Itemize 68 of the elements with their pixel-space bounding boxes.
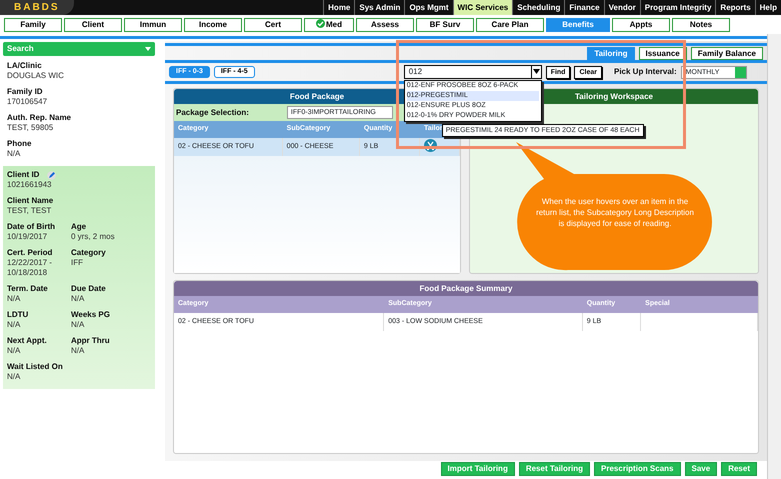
menu-item[interactable]: Vendor (604, 0, 640, 15)
tab[interactable]: Family (4, 18, 62, 32)
menu-item[interactable]: Scheduling (512, 0, 564, 15)
field-label: LA/Clinic (7, 61, 42, 71)
field-label: LDTU (7, 310, 28, 320)
tab[interactable]: Family Balance (690, 47, 763, 60)
field-value: N/A (7, 372, 22, 382)
field-value: TEST, TEST (7, 206, 52, 216)
tab[interactable]: Med (304, 18, 354, 32)
field-value: 10/19/2017 (7, 232, 48, 242)
checkmark-icon (316, 19, 325, 28)
field-label: Age (71, 222, 86, 232)
field-value: 0 yrs, 2 mos (71, 232, 116, 242)
field-value: N/A (71, 346, 86, 356)
tab[interactable]: Immun (124, 18, 182, 32)
field-label: Client Name (7, 196, 54, 206)
pencil-icon[interactable] (47, 170, 56, 180)
field-label: Next Appt. (7, 336, 47, 346)
field-value: TEST, 59805 (7, 123, 54, 133)
scrollbar[interactable] (767, 34, 781, 479)
search-field[interactable]: 012 (404, 65, 542, 79)
tab[interactable]: Client (64, 18, 122, 32)
package-selection-label: Package Selection: (176, 108, 249, 118)
field-value: DOUGLAS WIC (7, 71, 65, 81)
tab[interactable]: Cert (244, 18, 302, 32)
field-value: 170106547 (7, 97, 48, 107)
tab[interactable]: Assess (356, 18, 414, 32)
field-label: Family ID (7, 87, 43, 97)
caret-icon[interactable] (145, 47, 151, 51)
menu-item[interactable]: Help (754, 0, 781, 15)
panel-header: Food Package Summary (174, 281, 758, 296)
field-value: N/A (71, 294, 86, 304)
field-value: IFF (71, 258, 84, 268)
tab[interactable]: Care Plan (476, 18, 544, 32)
pickup-interval-label: Pick Up Interval: (614, 67, 677, 77)
menu-item[interactable]: Sys Admin (354, 0, 404, 15)
menu-item[interactable]: Program Integrity (640, 0, 716, 15)
dropdown-arrow-icon[interactable] (532, 69, 540, 74)
field-label: Appr Thru (71, 336, 110, 346)
field-value: N/A (71, 320, 86, 330)
tab[interactable]: BF Surv (416, 18, 474, 32)
field-label: Due Date (71, 284, 106, 294)
tab[interactable]: Notes (672, 18, 730, 32)
menu-item[interactable]: Home (323, 0, 354, 15)
field-value: N/A (7, 294, 22, 304)
scissors-icon[interactable] (424, 138, 437, 152)
field-label: Wait Listed On (7, 362, 63, 372)
field-label: Date of Birth (7, 222, 55, 232)
menu-item[interactable]: Finance (564, 0, 604, 15)
callout-text: When the user hovers over an item in the return list, the Subcategory Long Description is displayed for ease of reading. (535, 196, 695, 229)
field-value: 1021661943 (7, 180, 52, 190)
field-value: N/A (7, 320, 22, 330)
tab[interactable]: Income (184, 18, 242, 32)
field-label: Auth. Rep. Name (7, 113, 72, 123)
field-label: Client ID (7, 170, 40, 180)
field-label: Cert. Period (7, 248, 52, 258)
tab[interactable]: Appts (612, 18, 670, 32)
field-value: N/A (7, 149, 22, 159)
tab[interactable]: Issuance (638, 47, 687, 60)
field-label: Phone (7, 139, 32, 149)
menu-item[interactable]: Reports (715, 0, 755, 15)
field-value: N/A (7, 346, 22, 356)
field-label: Term. Date (7, 284, 48, 294)
field-label: Category (71, 248, 106, 258)
field-value: 12/22/2017 - 10/18/2018 (7, 258, 53, 278)
menu-item[interactable]: WIC Services (452, 0, 512, 15)
logo: BABDS (0, 0, 74, 15)
field-label: Weeks PG (71, 310, 110, 320)
